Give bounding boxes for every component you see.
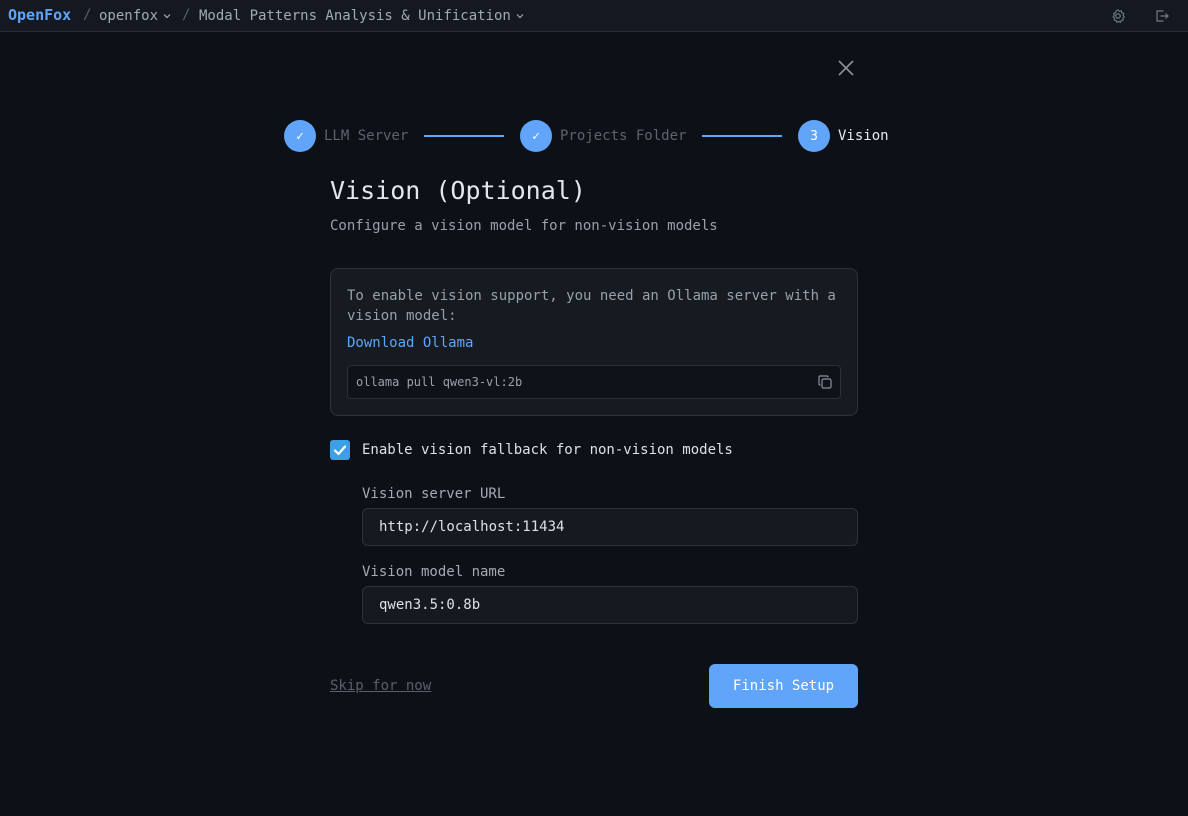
breadcrumb-project[interactable]: openfox bbox=[99, 8, 172, 24]
copy-icon[interactable] bbox=[817, 374, 833, 390]
vision-fallback-label[interactable]: Enable vision fallback for non-vision mo… bbox=[362, 442, 733, 458]
step-connector bbox=[424, 135, 504, 137]
command-text: ollama pull qwen3-vl:2b bbox=[356, 375, 523, 389]
step-1-label: LLM Server bbox=[324, 128, 409, 144]
server-url-label: Vision server URL bbox=[362, 486, 506, 502]
finish-setup-button[interactable]: Finish Setup bbox=[709, 664, 858, 708]
top-bar: OpenFox / openfox / Modal Patterns Analy… bbox=[0, 0, 1188, 32]
vision-fallback-checkbox[interactable] bbox=[330, 440, 350, 460]
gear-icon[interactable] bbox=[1110, 8, 1126, 24]
logout-icon[interactable] bbox=[1154, 8, 1170, 24]
model-name-input[interactable] bbox=[362, 586, 858, 624]
breadcrumb-project-label: openfox bbox=[99, 8, 159, 24]
step-2-marker: ✓ bbox=[520, 120, 552, 152]
chevron-down-icon bbox=[163, 14, 171, 19]
chevron-down-icon bbox=[516, 14, 524, 19]
breadcrumb-separator: / bbox=[182, 7, 191, 23]
page-subtitle: Configure a vision model for non-vision … bbox=[330, 218, 718, 234]
breadcrumb-separator: / bbox=[83, 7, 92, 23]
step-3-label: Vision bbox=[838, 128, 889, 144]
step-1-marker: ✓ bbox=[284, 120, 316, 152]
model-name-label: Vision model name bbox=[362, 564, 506, 580]
info-card: To enable vision support, you need an Ol… bbox=[330, 268, 858, 416]
breadcrumb-session-label: Modal Patterns Analysis & Unification bbox=[199, 8, 511, 24]
info-text: To enable vision support, you need an Ol… bbox=[347, 288, 836, 324]
step-connector bbox=[702, 135, 782, 137]
step-2-label: Projects Folder bbox=[560, 128, 687, 144]
skip-link[interactable]: Skip for now bbox=[330, 678, 431, 694]
server-url-input[interactable] bbox=[362, 508, 858, 546]
brand-logo[interactable]: OpenFox bbox=[8, 6, 71, 24]
step-3-marker: 3 bbox=[798, 120, 830, 152]
checkmark-icon bbox=[333, 445, 347, 456]
download-ollama-link[interactable]: Download Ollama bbox=[347, 335, 473, 351]
breadcrumb-session[interactable]: Modal Patterns Analysis & Unification bbox=[199, 8, 525, 24]
page-title: Vision (Optional) bbox=[330, 176, 586, 205]
command-box: ollama pull qwen3-vl:2b bbox=[347, 365, 841, 399]
close-icon[interactable] bbox=[836, 58, 856, 78]
